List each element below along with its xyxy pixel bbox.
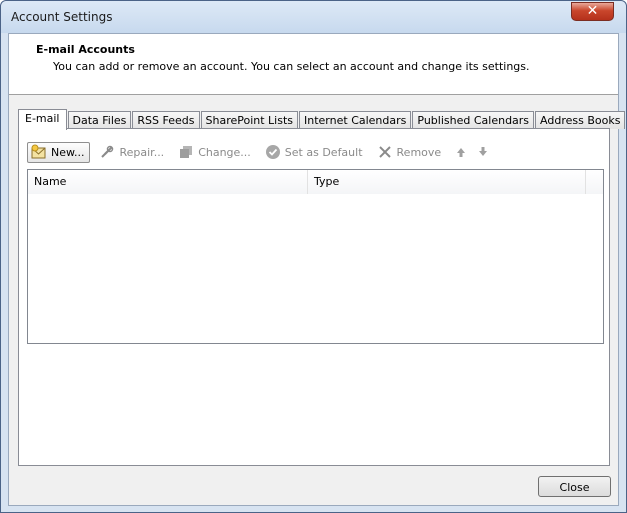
page-description: You can add or remove an account. You ca… <box>53 60 530 73</box>
window-close-button[interactable]: ✕ <box>571 2 614 21</box>
change-button[interactable]: Change... <box>175 142 256 163</box>
move-up-button[interactable] <box>452 143 470 161</box>
title-bar: Account Settings ✕ <box>1 1 626 33</box>
account-toolbar: New... Repair... Change... Set as Defaul… <box>27 141 496 163</box>
tab-sharepoint-lists[interactable]: SharePoint Lists <box>200 111 299 129</box>
set-default-button[interactable]: Set as Default <box>262 142 368 163</box>
column-header-type[interactable]: Type <box>308 170 586 194</box>
column-header-name[interactable]: Name <box>28 170 308 194</box>
remove-button-label: Remove <box>396 145 442 159</box>
repair-button[interactable]: Repair... <box>96 142 169 163</box>
close-icon: ✕ <box>586 3 599 19</box>
new-button[interactable]: New... <box>27 141 91 163</box>
move-down-button[interactable] <box>474 143 492 161</box>
tab-strip: E-mail Data Files RSS Feeds SharePoint L… <box>18 107 626 130</box>
tab-published-calendars[interactable]: Published Calendars <box>412 111 535 129</box>
repair-button-label: Repair... <box>119 145 165 159</box>
change-button-label: Change... <box>198 145 251 159</box>
account-settings-window: Account Settings ✕ E-mail Accounts You c… <box>0 0 627 513</box>
window-title: Account Settings <box>11 10 113 24</box>
email-tab-page: New... Repair... Change... Set as Defaul… <box>18 128 610 466</box>
remove-button[interactable]: Remove <box>374 142 447 163</box>
tab-internet-calendars[interactable]: Internet Calendars <box>299 111 412 129</box>
tab-data-files[interactable]: Data Files <box>67 111 132 129</box>
tab-email[interactable]: E-mail <box>18 109 67 130</box>
dialog-client-area: E-mail Accounts You can add or remove an… <box>8 33 626 506</box>
new-button-label: New... <box>51 145 85 159</box>
accounts-list-header: Name Type <box>28 170 603 194</box>
arrow-down-icon <box>479 147 488 156</box>
tab-address-books[interactable]: Address Books <box>535 111 626 129</box>
check-circle-icon <box>265 144 281 160</box>
copy-icon <box>178 144 194 160</box>
arrow-up-icon <box>457 148 466 157</box>
x-icon <box>377 144 393 160</box>
mail-new-icon <box>31 144 47 160</box>
close-button[interactable]: Close <box>538 476 611 497</box>
set-default-button-label: Set as Default <box>284 145 363 159</box>
tools-icon <box>99 144 115 160</box>
page-title: E-mail Accounts <box>36 43 135 56</box>
header-panel: E-mail Accounts You can add or remove an… <box>9 34 618 95</box>
column-header-filler <box>586 170 603 194</box>
accounts-list[interactable]: Name Type <box>27 169 604 344</box>
tab-rss-feeds[interactable]: RSS Feeds <box>132 111 200 129</box>
